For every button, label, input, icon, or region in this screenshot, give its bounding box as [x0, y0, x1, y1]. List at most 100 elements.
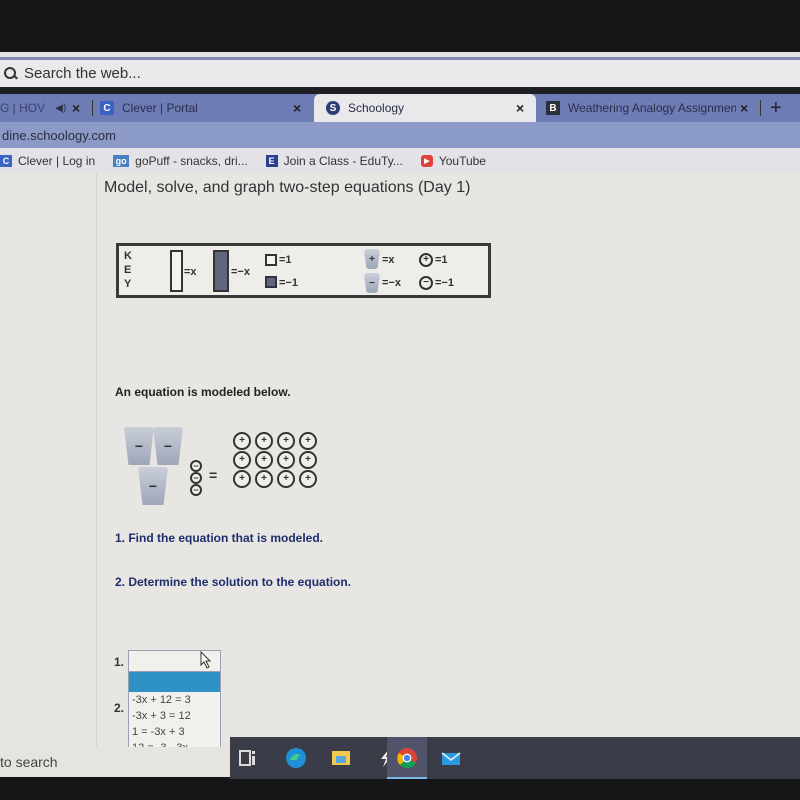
- minus-chip-icon: −: [190, 472, 202, 484]
- tab-hov[interactable]: G | HOV ◀) ×: [0, 94, 88, 122]
- clever-icon: C: [100, 101, 114, 115]
- speaker-icon: ◀): [55, 102, 67, 114]
- task-view-icon[interactable]: [237, 747, 259, 769]
- white-bar-meaning: =x: [184, 266, 197, 278]
- answer-1-label: 1.: [114, 655, 125, 669]
- dropdown-option[interactable]: 12 = -3 - 3x: [129, 740, 220, 747]
- dropdown-option[interactable]: 1 = -3x + 3: [129, 724, 220, 740]
- gopuff-icon: go: [113, 155, 130, 167]
- search-icon: [4, 66, 18, 81]
- plus-chip-icon: +: [277, 451, 295, 469]
- close-tab-icon[interactable]: ×: [72, 100, 80, 116]
- plus-chip-icon: +: [299, 451, 317, 469]
- plus-cup-icon: +: [364, 249, 380, 269]
- address-url: dine.schoology.com: [2, 127, 116, 143]
- tab-separator: [760, 100, 761, 116]
- address-bar[interactable]: dine.schoology.com: [0, 122, 800, 148]
- tab-label: G | HOV: [0, 101, 46, 115]
- minus-chip-icon: −: [190, 484, 202, 496]
- bookmark-clever[interactable]: C Clever | Log in: [0, 154, 95, 168]
- plus-chip-icon: +: [233, 470, 251, 488]
- dark-bar-meaning: =−x: [231, 266, 250, 278]
- plus-chip-icon: +: [233, 432, 251, 450]
- schoology-icon: S: [326, 101, 340, 115]
- mail-icon[interactable]: [440, 747, 462, 769]
- tab-label: Schoology: [348, 101, 405, 115]
- question-2: 2. Determine the solution to the equatio…: [115, 575, 352, 589]
- key-letter: K: [124, 250, 132, 262]
- page-content: Model, solve, and graph two-step equatio…: [0, 174, 800, 747]
- plus-chip-icon: +: [277, 432, 295, 450]
- key-legend: K E Y =x =−x =1 =−1 + =x − =−x + =1 − =−…: [116, 243, 491, 298]
- dark-square-meaning: =−1: [279, 277, 298, 289]
- equals-sign: =: [209, 467, 218, 483]
- content-border: [96, 174, 97, 747]
- close-tab-icon[interactable]: ×: [740, 100, 748, 116]
- dark-square-icon: [265, 276, 277, 288]
- tab-weathering[interactable]: B Weathering Analogy Assignment ×: [546, 94, 758, 122]
- plus-chip-meaning: =1: [435, 254, 448, 266]
- bookmark-label: Join a Class - EduTy...: [283, 154, 403, 168]
- dark-bar-icon: [213, 250, 229, 292]
- tab-separator: [92, 100, 93, 116]
- divider: [0, 87, 800, 94]
- equation-dropdown-list: -3x + 12 = 3 -3x + 3 = 12 1 = -3x + 3 12…: [128, 671, 221, 747]
- mouse-cursor-icon: [200, 651, 212, 669]
- answer-2-label: 2.: [114, 701, 125, 715]
- page-title: Model, solve, and graph two-step equatio…: [104, 179, 471, 196]
- plus-cup-meaning: =x: [382, 254, 395, 266]
- web-search-bar[interactable]: Search the web...: [0, 57, 800, 87]
- plus-chip-icon: +: [299, 470, 317, 488]
- minus-cup-icon: −: [138, 467, 168, 505]
- plus-chip-icon: +: [233, 451, 251, 469]
- plus-chip-icon: +: [255, 432, 273, 450]
- bookmarks-bar: C Clever | Log in go goPuff - snacks, dr…: [0, 148, 800, 174]
- dropdown-option[interactable]: -3x + 12 = 3: [129, 692, 220, 708]
- white-square-icon: [265, 254, 277, 266]
- taskbar: [230, 737, 800, 779]
- edutyping-icon: E: [265, 155, 278, 167]
- bookmark-label: YouTube: [438, 154, 486, 168]
- plus-chip-icon: +: [419, 253, 433, 267]
- youtube-icon: ▶: [420, 155, 433, 167]
- bookmark-gopuff[interactable]: go goPuff - snacks, dri...: [113, 154, 248, 168]
- search-placeholder: Search the web...: [24, 65, 141, 82]
- minus-cup-icon: −: [124, 427, 154, 465]
- bookmark-edutyping[interactable]: E Join a Class - EduTy...: [265, 154, 403, 168]
- white-bar-icon: [170, 250, 183, 292]
- minus-chip-meaning: =−1: [435, 277, 454, 289]
- key-letter: E: [124, 264, 132, 276]
- minus-chip-icon: −: [190, 460, 202, 472]
- dropdown-option[interactable]: -3x + 3 = 12: [129, 708, 220, 724]
- taskbar-search-text: to search: [0, 754, 58, 770]
- screen: Search the web... G | HOV ◀) × C Clever …: [0, 52, 800, 747]
- edge-icon[interactable]: [285, 747, 307, 769]
- bookmark-youtube[interactable]: ▶ YouTube: [420, 154, 486, 168]
- key-letter: Y: [124, 278, 132, 290]
- key-letters: K E Y: [124, 249, 132, 291]
- model-intro: An equation is modeled below.: [115, 385, 291, 399]
- tab-schoology[interactable]: S Schoology ×: [314, 94, 536, 122]
- minus-chip-icon: −: [419, 276, 433, 290]
- tab-strip: G | HOV ◀) × C Clever | Portal × S Schoo…: [0, 94, 800, 122]
- plus-chip-icon: +: [299, 432, 317, 450]
- dropdown-option-blank[interactable]: [129, 672, 220, 692]
- close-tab-icon[interactable]: ×: [516, 100, 524, 116]
- bookmark-label: goPuff - snacks, dri...: [135, 154, 248, 168]
- tab-label: Weathering Analogy Assignment: [568, 101, 736, 115]
- tab-clever-portal[interactable]: C Clever | Portal ×: [100, 94, 310, 122]
- tab-label: Clever | Portal: [122, 101, 198, 115]
- clever-icon: C: [0, 155, 12, 167]
- plus-chip-icon: +: [255, 470, 273, 488]
- taskbar-search[interactable]: to search: [0, 747, 230, 777]
- minus-cup-icon: −: [153, 427, 183, 465]
- chrome-icon[interactable]: [396, 747, 418, 769]
- question-1: 1. Find the equation that is modeled.: [115, 531, 324, 545]
- new-tab-button[interactable]: +: [770, 94, 794, 122]
- minus-cup-meaning: =−x: [382, 277, 401, 289]
- bookmark-label: Clever | Log in: [18, 154, 96, 168]
- close-tab-icon[interactable]: ×: [293, 100, 301, 116]
- minus-cup-icon: −: [364, 273, 380, 293]
- b-icon: B: [546, 101, 560, 115]
- file-explorer-icon[interactable]: [330, 747, 352, 769]
